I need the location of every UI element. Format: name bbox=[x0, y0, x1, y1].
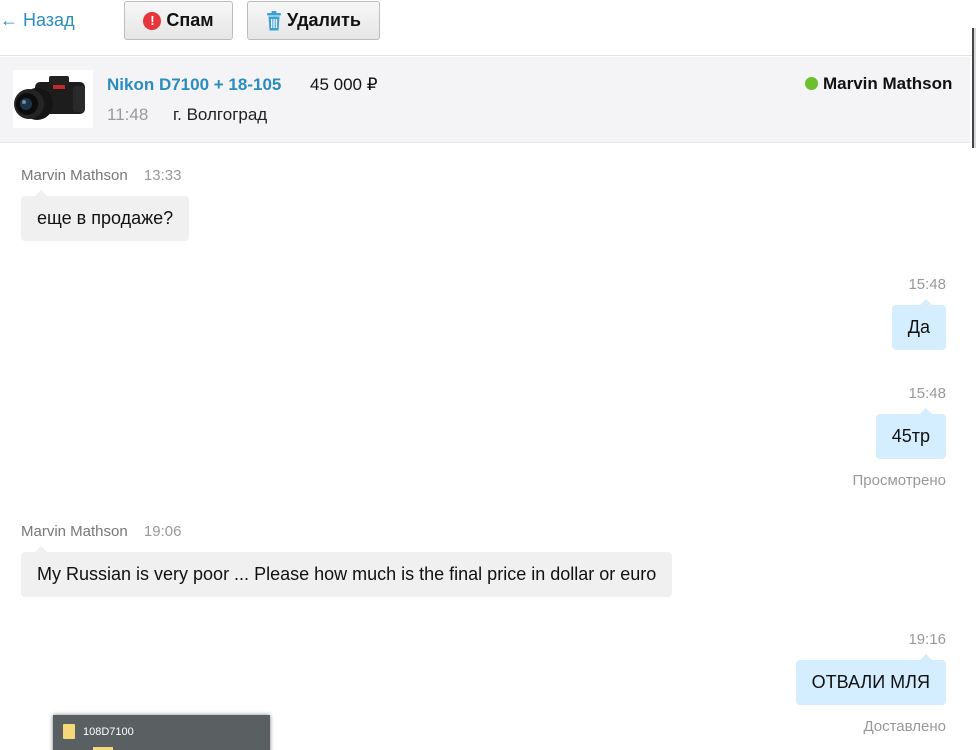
message-time: 19:06 bbox=[143, 523, 182, 540]
file-row[interactable]: 108D7100 bbox=[63, 724, 134, 739]
item-price: 45 000 ₽ bbox=[310, 75, 378, 94]
message-text: ОТВАЛИ МЛЯ bbox=[811, 672, 930, 692]
message-text: еще в продаже? bbox=[37, 208, 174, 228]
file-drag-popup[interactable]: 108D7100 bbox=[53, 715, 270, 750]
item-header: Nikon D7100 + 18-105 45 000 ₽ 11:48 г. В… bbox=[0, 57, 970, 143]
alert-icon: ! bbox=[143, 11, 162, 30]
partner-name[interactable]: Marvin Mathson bbox=[823, 74, 952, 94]
message-sender: Marvin Mathson bbox=[21, 523, 128, 540]
message-bubble-outgoing: 45тр bbox=[875, 408, 946, 459]
delete-button[interactable]: Удалить bbox=[247, 1, 380, 40]
message-text: 45тр bbox=[891, 426, 930, 446]
toolbar: ← Назад ! Спам Удалить bbox=[0, 0, 976, 148]
message-time: 13:33 bbox=[143, 167, 182, 184]
message-bubble-outgoing: ОТВАЛИ МЛЯ bbox=[795, 654, 946, 705]
back-link[interactable]: ← Назад bbox=[0, 10, 75, 31]
message-bubble-incoming: My Russian is very poor ... Please how m… bbox=[21, 546, 673, 597]
item-city: г. Волгоград bbox=[173, 105, 268, 124]
item-time: 11:48 bbox=[107, 105, 149, 124]
spam-button-label: Спам bbox=[166, 10, 214, 30]
message-text: My Russian is very poor ... Please how m… bbox=[37, 564, 657, 584]
trash-icon bbox=[267, 10, 282, 30]
message-time: 15:48 bbox=[908, 385, 946, 402]
delete-button-label: Удалить bbox=[287, 10, 361, 30]
message-bubble-incoming: еще в продаже? bbox=[21, 190, 190, 241]
message-time: 19:16 bbox=[908, 631, 946, 648]
message-status: Просмотрено bbox=[852, 472, 946, 489]
message-sender: Marvin Mathson bbox=[21, 167, 128, 184]
message-meta: Marvin Mathson 19:06 bbox=[21, 523, 181, 540]
item-title-link[interactable]: Nikon D7100 + 18-105 bbox=[107, 75, 281, 95]
message-status: Доставлено bbox=[863, 718, 946, 735]
file-icon bbox=[63, 724, 75, 739]
scrollbar[interactable] bbox=[972, 28, 976, 148]
camera-image[interactable] bbox=[13, 70, 93, 128]
online-status-icon bbox=[805, 77, 818, 90]
spam-button[interactable]: ! Спам bbox=[124, 1, 233, 40]
message-bubble-outgoing: Да bbox=[891, 299, 946, 350]
file-name: 108D7100 bbox=[83, 725, 134, 738]
message-meta: Marvin Mathson 13:33 bbox=[21, 167, 181, 184]
message-text: Да bbox=[907, 317, 930, 337]
message-time: 15:48 bbox=[908, 276, 946, 293]
